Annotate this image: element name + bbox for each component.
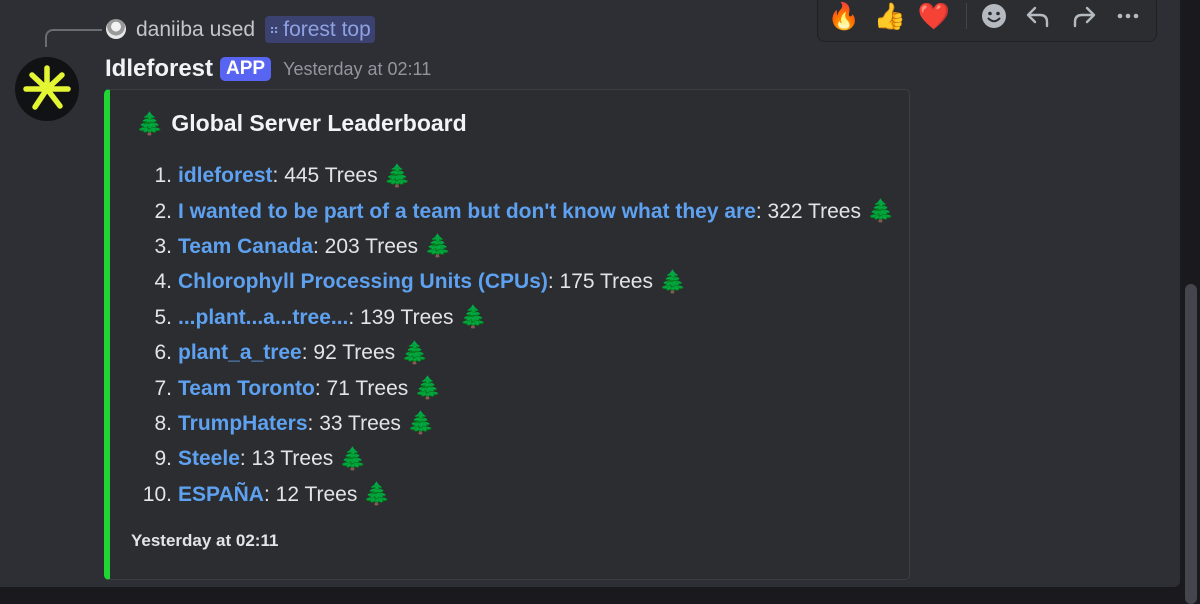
more-icon [1117,13,1139,19]
tree-count: : 92 Trees [301,341,396,365]
list-item: 6. plant_a_tree: 92 Trees 🌲 [132,335,894,370]
leaderboard-embed: 🌲 Global Server Leaderboard 1. idleforest:… [104,89,910,580]
tree-icon: 🌲 [383,162,411,188]
more-options-button[interactable] [1108,0,1148,34]
forward-button[interactable] [1064,0,1104,34]
heart-icon: ❤️ [917,0,951,31]
tree-icon: 🌲 [424,233,452,259]
message[interactable]: daniiba used ⠶ forest top Idleforest APP … [0,0,1180,587]
team-link[interactable]: plant_a_tree [178,335,302,370]
bot-avatar[interactable] [15,57,79,121]
rank-number: 3. [154,234,172,258]
message-header: Idleforest APP Yesterday at 02:11 [105,54,431,84]
rank-number: 2. [154,199,172,223]
team-link[interactable]: Chlorophyll Processing Units (CPUs) [178,264,548,299]
list-item: 5. ...plant...a...tree...: 139 Trees 🌲 [132,300,894,335]
embed-footer-timestamp: Yesterday at 02:11 [131,531,279,550]
list-item: 10. ESPAÑA: 12 Trees 🌲 [132,477,894,512]
rank-number: 10. [142,482,172,506]
list-item: 7. Team Toronto: 71 Trees 🌲 [132,370,894,405]
heart-reaction-button[interactable]: ❤️ [914,0,954,34]
fire-icon: 🔥 [827,0,861,31]
tree-count: : 203 Trees [313,234,419,258]
embed-title: 🌲 Global Server Leaderboard [136,110,467,137]
reply-action: used [209,18,256,41]
tree-count: : 445 Trees [272,164,378,188]
rank-number: 9. [154,447,172,471]
team-link[interactable]: idleforest [178,158,273,193]
toolbar-divider [966,3,967,29]
reply-user-avatar[interactable] [106,19,126,39]
reply-icon [1026,6,1049,28]
tree-count: : 175 Trees [547,270,653,294]
tree-count: : 33 Trees [307,411,401,435]
tree-count: : 71 Trees [314,376,409,400]
tree-icon: 🌲 [866,198,895,224]
thumbs-up-icon: 👍 [873,0,907,31]
command-chip[interactable]: ⠶ forest top [264,16,375,43]
reply-username[interactable]: daniiba [136,18,204,41]
fire-reaction-button[interactable]: 🔥 [824,0,864,34]
team-link[interactable]: Steele [178,441,240,476]
list-item: 1. idleforest: 445 Trees 🌲 [132,158,894,193]
list-item: 2. I wanted to be part of a team but don'… [132,193,894,228]
rank-number: 8. [154,411,172,435]
message-toolbar: 🔥 👍 ❤️ [817,0,1157,42]
tree-icon: 🌲 [459,304,487,330]
team-link[interactable]: ...plant...a...tree... [178,300,348,335]
rank-number: 4. [154,270,172,294]
command-name: forest top [283,18,371,41]
team-link[interactable]: Team Canada [178,229,313,264]
tree-icon: 🌲 [339,445,367,471]
tree-icon: 🌲 [363,481,391,507]
thumbs-up-reaction-button[interactable]: 👍 [870,0,910,34]
tree-icon: 🌲 [658,268,687,294]
team-link[interactable]: ESPAÑA [178,477,264,512]
tree-icon: 🌲 [406,410,435,436]
team-link[interactable]: TrumpHaters [178,406,308,441]
tree-icon: 🌲 [401,339,429,365]
rank-number: 1. [154,164,172,188]
list-item: 8. TrumpHaters: 33 Trees 🌲 [132,406,894,441]
tree-count: : 322 Trees [755,199,861,223]
reply-button[interactable] [1018,0,1058,34]
rank-number: 5. [154,305,172,329]
leaderboard-list: 1. idleforest: 445 Trees 🌲 2. I wanted to b… [132,158,895,512]
add-reaction-icon [982,4,1006,28]
tree-icon: 🌲 [136,111,164,136]
scrollbar-thumb[interactable] [1185,284,1197,604]
tree-count: : 139 Trees [348,305,454,329]
list-item: 3. Team Canada: 203 Trees 🌲 [132,229,894,264]
embed-title-text: Global Server Leaderboard [171,110,467,136]
message-timestamp[interactable]: Yesterday at 02:11 [283,59,431,80]
list-item: 9. Steele: 13 Trees 🌲 [132,441,894,476]
bot-username[interactable]: Idleforest [105,55,213,83]
tree-icon: 🌲 [414,375,442,401]
forward-icon [1073,6,1096,28]
tree-count: : 13 Trees [239,447,334,471]
app-badge: APP [220,57,272,81]
team-link[interactable]: Team Toronto [178,371,315,406]
slash-command-icon: ⠶ [268,21,280,37]
rank-number: 6. [154,341,172,365]
reply-connector [45,29,102,47]
list-item: 4. Chlorophyll Processing Units (CPUs): 1… [132,264,894,299]
tree-count: : 12 Trees [263,482,358,506]
add-reaction-button[interactable] [974,0,1014,34]
rank-number: 7. [154,376,172,400]
team-link[interactable]: I wanted to be part of a team but don't … [178,194,756,229]
reply-context[interactable]: daniiba used ⠶ forest top [136,16,375,43]
